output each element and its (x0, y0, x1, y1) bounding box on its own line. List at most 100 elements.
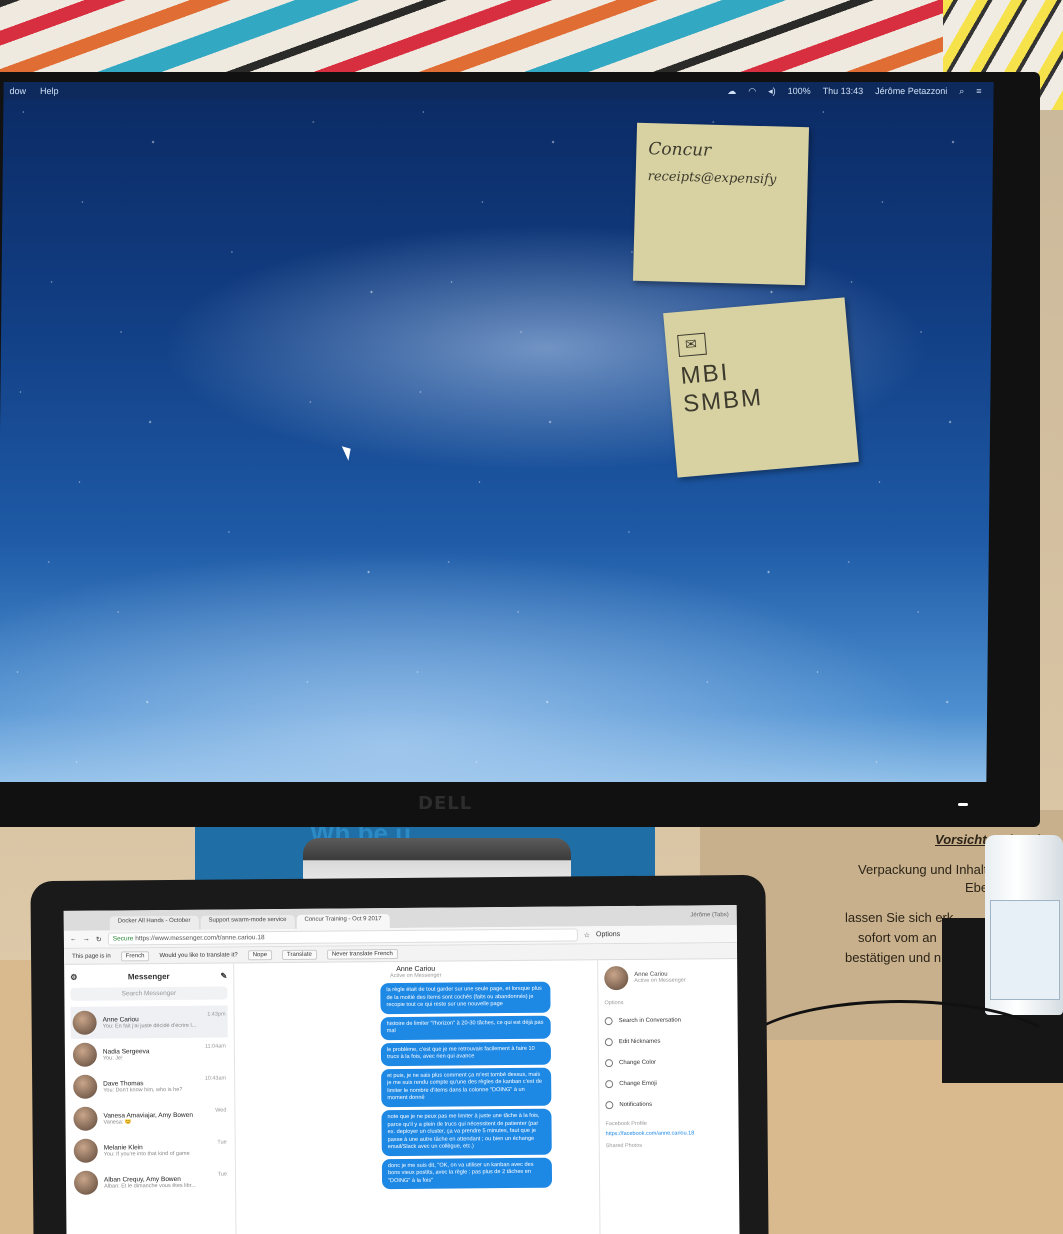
back-icon[interactable]: ← (70, 936, 77, 943)
browser-tab[interactable]: Support swarm-mode service (200, 914, 295, 930)
avatar (73, 1074, 98, 1099)
cable (735, 1000, 1063, 1110)
message-bubble: et puis, je ne sais plus comment ça m'es… (381, 1067, 552, 1108)
messenger-app: ⚙ Messenger ✎ Search Messenger Anne Cari… (64, 959, 740, 1234)
conversation-item[interactable]: Melanie Klein You: If you're into that k… (72, 1133, 229, 1166)
language-select[interactable]: French (120, 950, 150, 961)
conversation-time: Tue (217, 1171, 227, 1178)
volume-icon[interactable]: ◂) (768, 86, 776, 97)
menu-list-icon[interactable]: ≡ (976, 86, 981, 96)
box-line: Verpackung und Inhalt so (858, 862, 1005, 877)
wifi-icon[interactable]: ◠ (748, 86, 756, 97)
message-bubble: la règle était de tout garder sur une se… (380, 981, 551, 1014)
search-input[interactable]: Search Messenger (70, 986, 228, 1001)
conversation-item[interactable]: Nadia Sergeeva You: Je! 11:04am (71, 1037, 228, 1070)
browser-profile-tag[interactable]: Jérôme (Tabs) (690, 912, 728, 918)
details-header: Anne Cariou Active on Messenger (604, 965, 731, 991)
translate-question: Would you like to translate it? (159, 951, 238, 959)
conversation-preview: You: If you're into that kind of game (103, 1150, 190, 1158)
option-change-color[interactable]: Change Color (604, 1051, 732, 1073)
menu-item-window[interactable]: dow (10, 86, 27, 96)
menu-item-help[interactable]: Help (40, 86, 59, 96)
conversation-item[interactable]: Anne Cariou You: En fait j'ai juste déci… (70, 1005, 228, 1039)
bottle-label (990, 900, 1060, 1000)
avatar (72, 1010, 97, 1035)
profile-title: Facebook Profile (605, 1120, 647, 1128)
shared-photos-title: Shared Photos (605, 1142, 643, 1150)
message-bubble: histoire de limiter "l'horizon" à 20-30 … (380, 1015, 551, 1040)
url-text: https://www.messenger.com/t/anne.cariou.… (135, 934, 265, 943)
conversation-details: Anne Cariou Active on Messenger Options … (597, 959, 740, 1234)
search-icon (604, 1016, 613, 1025)
palette-icon (604, 1058, 614, 1067)
compose-icon[interactable]: ✎ (220, 972, 227, 981)
option-label: Search in Conversation (618, 1017, 682, 1024)
mac-menubar: dow Help ☁ ◠ ◂) 100% Thu 13:43 Jérôme Pe… (3, 82, 994, 100)
chat-panel: Anne Cariou Active on Messenger la règle… (234, 960, 600, 1234)
box-line: sofort vom an (858, 930, 937, 945)
conversation-item[interactable]: Vanesa Amaviajar, Amy Bowen Vanesa: 😊 We… (71, 1101, 228, 1134)
bell-icon (605, 1100, 614, 1109)
never-translate-button[interactable]: Never translate French (326, 948, 398, 960)
nope-button[interactable]: Nope (247, 949, 273, 960)
conversation-item[interactable]: Dave Thomas You: Don't know him, who is … (71, 1069, 228, 1102)
conversation-preview: Vanesa: 😊 (103, 1118, 132, 1126)
browser-tab[interactable]: Docker All Hands - October (109, 915, 199, 931)
option-label: Notifications (619, 1101, 653, 1108)
translate-prefix: This page is in (72, 953, 111, 960)
option-label: Edit Nicknames (618, 1038, 661, 1045)
forward-icon[interactable]: → (83, 936, 90, 943)
laptop-screen: Docker All Hands - October Support swarm… (63, 905, 740, 1234)
sticky-note-line: Concur (648, 139, 712, 161)
option-notifications[interactable]: Notifications (605, 1093, 732, 1115)
conversation-time: 10:43am (204, 1075, 227, 1082)
reload-icon[interactable]: ↻ (96, 935, 102, 943)
menubar-clock[interactable]: Thu 13:43 (823, 86, 864, 96)
option-edit-nicknames[interactable]: Edit Nicknames (604, 1030, 732, 1052)
sticky-note-mbi: ✉ MBI SMBM (663, 297, 859, 478)
star-icon[interactable]: ☆ (584, 931, 590, 939)
option-search-in-conversation[interactable]: Search in Conversation (604, 1009, 732, 1031)
external-monitor: dow Help ☁ ◠ ◂) 100% Thu 13:43 Jérôme Pe… (0, 72, 1040, 827)
conversation-preview: You: Don't know him, who is he? (103, 1086, 183, 1094)
cloud-icon[interactable]: ☁ (727, 86, 736, 97)
details-status: Active on Messenger (634, 977, 686, 984)
option-change-emoji[interactable]: Change Emoji (605, 1072, 732, 1094)
spotlight-icon[interactable]: ⌕ (959, 86, 964, 97)
browser-options-label[interactable]: Options (596, 931, 620, 938)
box-line: bestätigen und n (845, 950, 942, 965)
box-line: lassen Sie sich erk (845, 910, 954, 925)
translate-button[interactable]: Translate (281, 949, 317, 960)
emoji-icon (605, 1079, 614, 1088)
sticky-note-concur: Concur receipts@expensify (632, 122, 810, 286)
conversation-time: Wed (215, 1107, 227, 1114)
conversation-time: 11:04am (204, 1043, 226, 1050)
message-bubble: donc je me suis dit, "OK, on va utiliser… (381, 1157, 553, 1190)
profile-link[interactable]: https://facebook.com/anne.cariou.18 (606, 1130, 733, 1137)
conversation-item[interactable]: Alban Crequy, Amy Bowen Alban: Et le dim… (72, 1165, 229, 1198)
browser-tab-active[interactable]: Concur Training - Oct 9 2017 (296, 914, 390, 929)
monitor-brand-logo: DELL (418, 793, 473, 814)
conversation-preview: You: Je! (102, 1054, 123, 1062)
sidebar-header: ⚙ Messenger ✎ (70, 972, 227, 982)
message-bubble: note que je ne peux pas me limiter à jus… (381, 1108, 552, 1156)
power-led (958, 803, 968, 806)
gear-icon[interactable]: ⚙ (70, 973, 77, 982)
conversation-time: Tue (217, 1139, 227, 1146)
menubar-user[interactable]: Jérôme Petazzoni (875, 86, 947, 96)
conversation-time: 1:43pm (207, 1011, 226, 1018)
battery-indicator[interactable]: 100% (788, 86, 811, 96)
option-label: Change Emoji (619, 1080, 657, 1087)
avatar (73, 1138, 98, 1163)
options-title: Options (604, 1000, 624, 1007)
avatar (73, 1106, 98, 1131)
conversation-preview: Alban: Et le dimanche vous êtes libr... (104, 1182, 196, 1190)
laptop: Docker All Hands - October Support swarm… (30, 874, 769, 1234)
avatar (604, 966, 629, 991)
conversation-preview: You: En fait j'ai juste décidé d'écrire … (102, 1022, 197, 1030)
messenger-title: Messenger (127, 972, 170, 982)
avatar (72, 1042, 98, 1067)
option-label: Change Color (618, 1059, 657, 1066)
pencil-icon (604, 1037, 613, 1046)
url-field[interactable]: Secure https://www.messenger.com/t/anne.… (107, 928, 578, 946)
